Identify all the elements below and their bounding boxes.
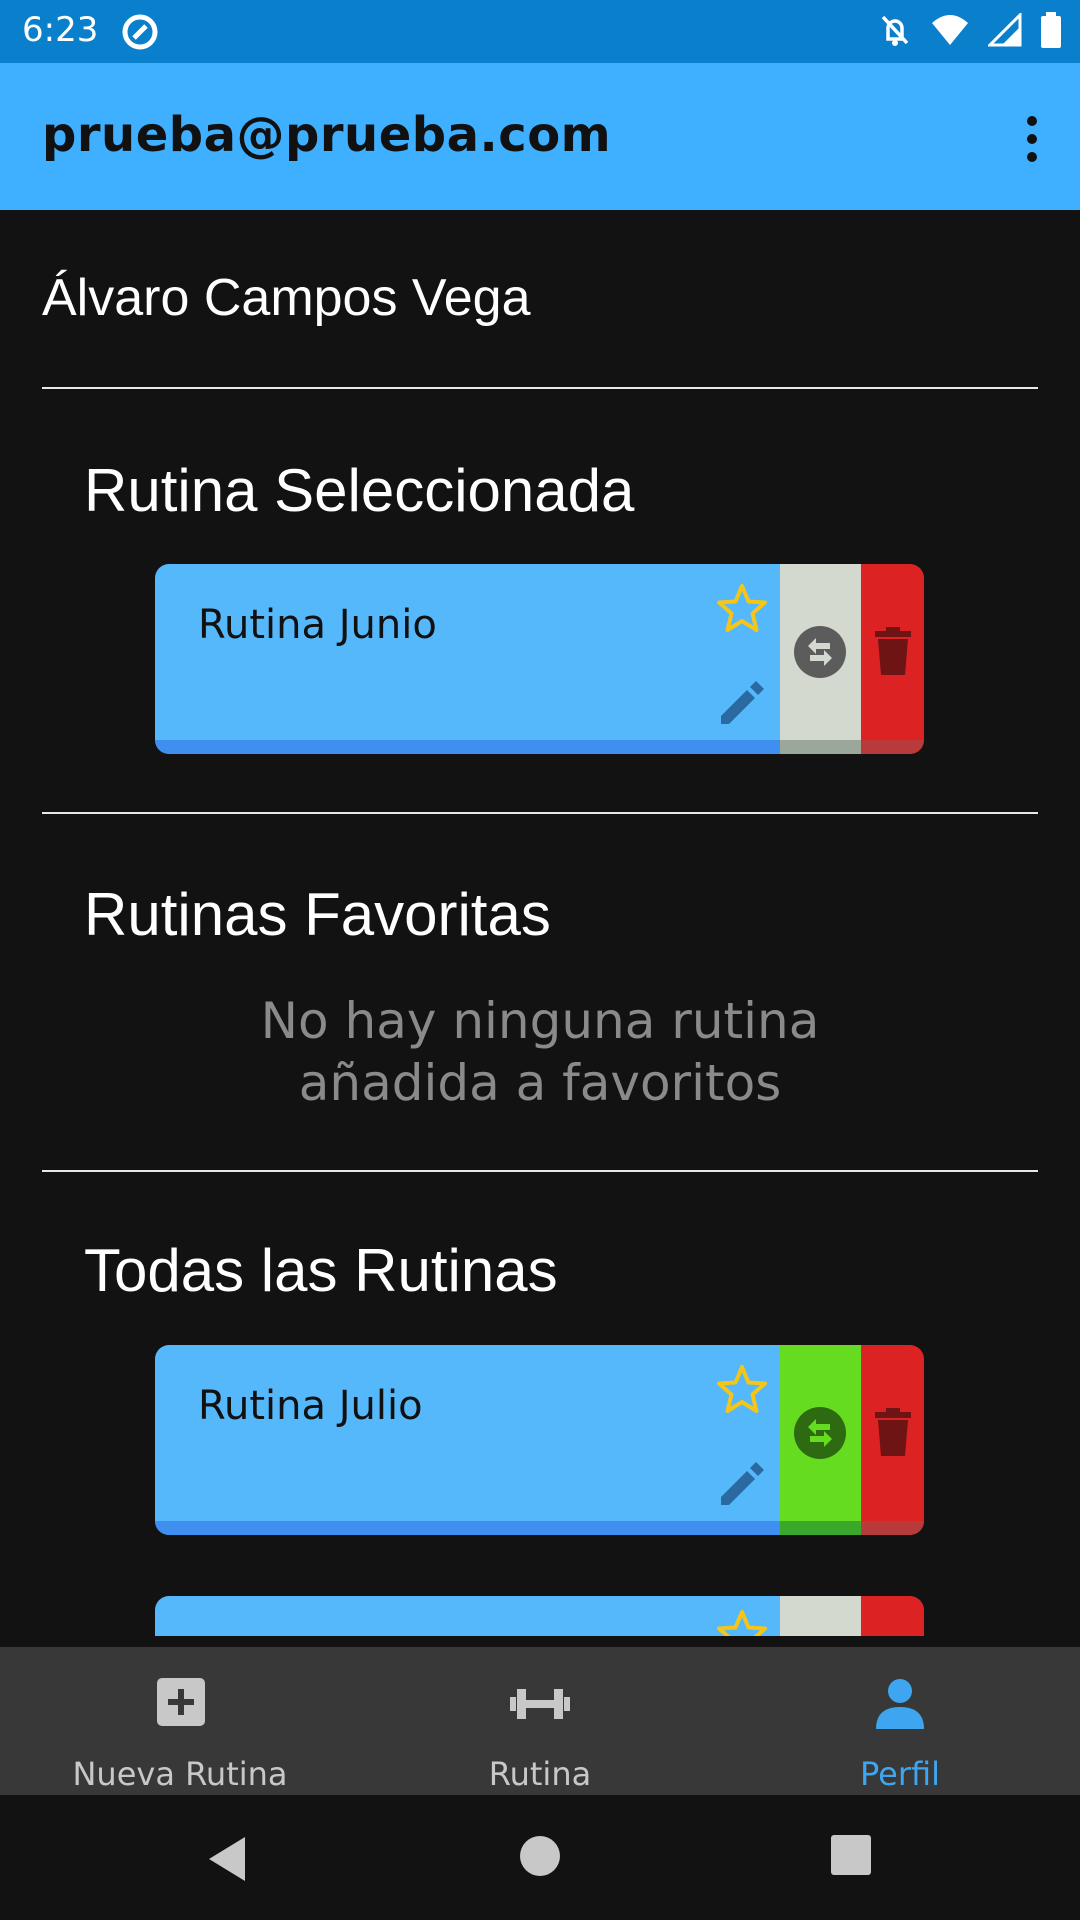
status-time: 6:23 [22, 10, 99, 50]
person-icon [876, 1679, 924, 1729]
app-notification-icon [122, 14, 158, 50]
app-bar: prueba@prueba.com [0, 63, 1080, 210]
divider [42, 1170, 1038, 1172]
favorites-empty-message: No hay ninguna rutina añadida a favorito… [0, 990, 1080, 1114]
trash-icon [875, 627, 911, 675]
routine-card[interactable]: Rutina Julio [155, 1345, 924, 1535]
routine-card-body[interactable]: Rutina Junio [155, 564, 780, 754]
empty-line-1: No hay ninguna rutina [260, 992, 820, 1050]
swap-icon [794, 626, 846, 678]
bottom-navigation: Nueva Rutina Rutina Perfil [0, 1647, 1080, 1795]
dumbbell-icon [510, 1689, 570, 1719]
star-outline-icon[interactable] [715, 582, 769, 636]
swap-routine-button[interactable] [780, 564, 861, 754]
card-base-strip [155, 1521, 780, 1535]
swap-icon [794, 1407, 846, 1459]
routine-name: Rutina Junio [198, 602, 437, 648]
wifi-icon [932, 15, 968, 45]
section-title-favorites: Rutinas Favoritas [84, 881, 551, 948]
trash-icon [875, 1408, 911, 1456]
delete-routine-button[interactable] [861, 564, 924, 754]
section-title-all: Todas las Rutinas [84, 1237, 558, 1304]
nav-item-nueva-rutina[interactable]: Nueva Rutina [0, 1647, 360, 1795]
back-icon[interactable] [205, 1835, 249, 1883]
divider [42, 812, 1038, 814]
delete-base-strip [861, 1521, 924, 1535]
delete-routine-button[interactable] [861, 1345, 924, 1535]
add-box-icon [157, 1678, 205, 1726]
card-base-strip [155, 740, 780, 754]
nav-label: Perfil [859, 1755, 941, 1793]
edit-icon[interactable] [715, 674, 771, 730]
delete-routine-button[interactable] [861, 1596, 924, 1636]
routine-card-partial[interactable] [155, 1596, 924, 1636]
user-name: Álvaro Campos Vega [42, 269, 531, 327]
mute-icon [881, 15, 909, 46]
recents-icon[interactable] [831, 1835, 871, 1875]
nav-item-rutina[interactable]: Rutina [360, 1647, 720, 1795]
swap-routine-button[interactable] [780, 1596, 861, 1636]
home-icon[interactable] [519, 1835, 561, 1877]
star-outline-icon[interactable] [715, 1363, 769, 1417]
routine-card-body[interactable]: Rutina Julio [155, 1345, 780, 1535]
system-navigation-bar [0, 1795, 1080, 1920]
app-bar-title: prueba@prueba.com [42, 107, 612, 163]
routine-name: Rutina Julio [198, 1383, 423, 1429]
empty-line-2: añadida a favoritos [298, 1054, 782, 1112]
nav-item-perfil[interactable]: Perfil [720, 1647, 1080, 1795]
selected-routine-card[interactable]: Rutina Junio [155, 564, 924, 754]
routine-card-body[interactable] [155, 1596, 780, 1636]
battery-icon [1041, 12, 1061, 48]
edit-icon[interactable] [715, 1455, 771, 1511]
nav-label: Rutina [488, 1755, 592, 1793]
signal-icon [988, 13, 1022, 47]
star-outline-icon[interactable] [715, 1608, 769, 1636]
section-title-selected: Rutina Seleccionada [84, 457, 635, 524]
delete-base-strip [861, 740, 924, 754]
nav-label: Nueva Rutina [72, 1755, 288, 1793]
status-bar: 6:23 [0, 0, 1080, 63]
swap-base-strip [780, 1521, 861, 1535]
divider [42, 387, 1038, 389]
more-vert-icon[interactable] [1020, 115, 1044, 163]
swap-base-strip [780, 740, 861, 754]
swap-routine-button[interactable] [780, 1345, 861, 1535]
